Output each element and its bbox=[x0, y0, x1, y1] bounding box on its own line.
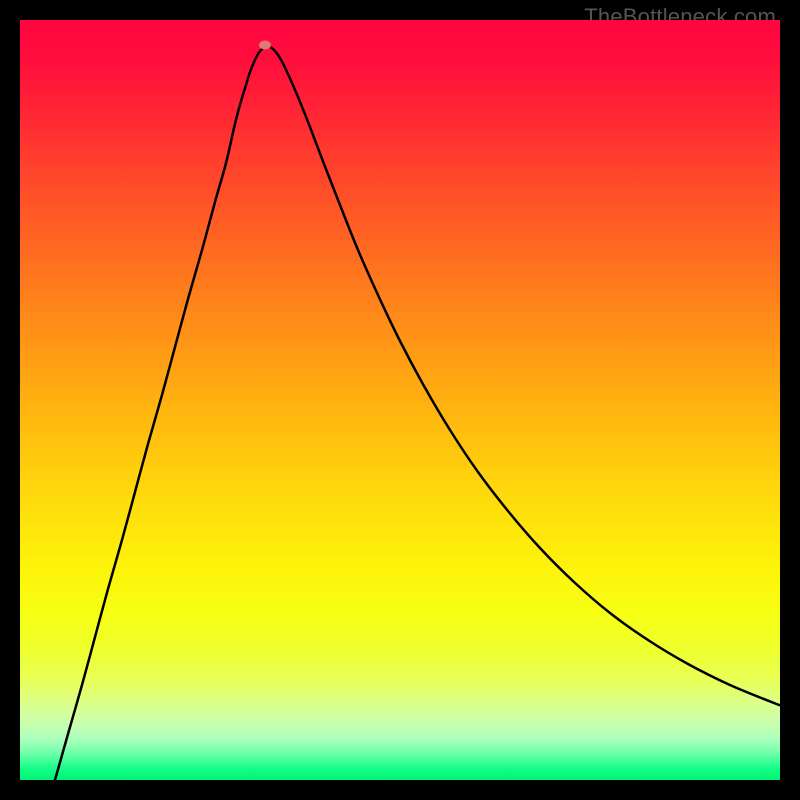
chart-frame bbox=[20, 20, 780, 780]
background-gradient bbox=[20, 20, 780, 780]
plot-area bbox=[20, 20, 780, 780]
